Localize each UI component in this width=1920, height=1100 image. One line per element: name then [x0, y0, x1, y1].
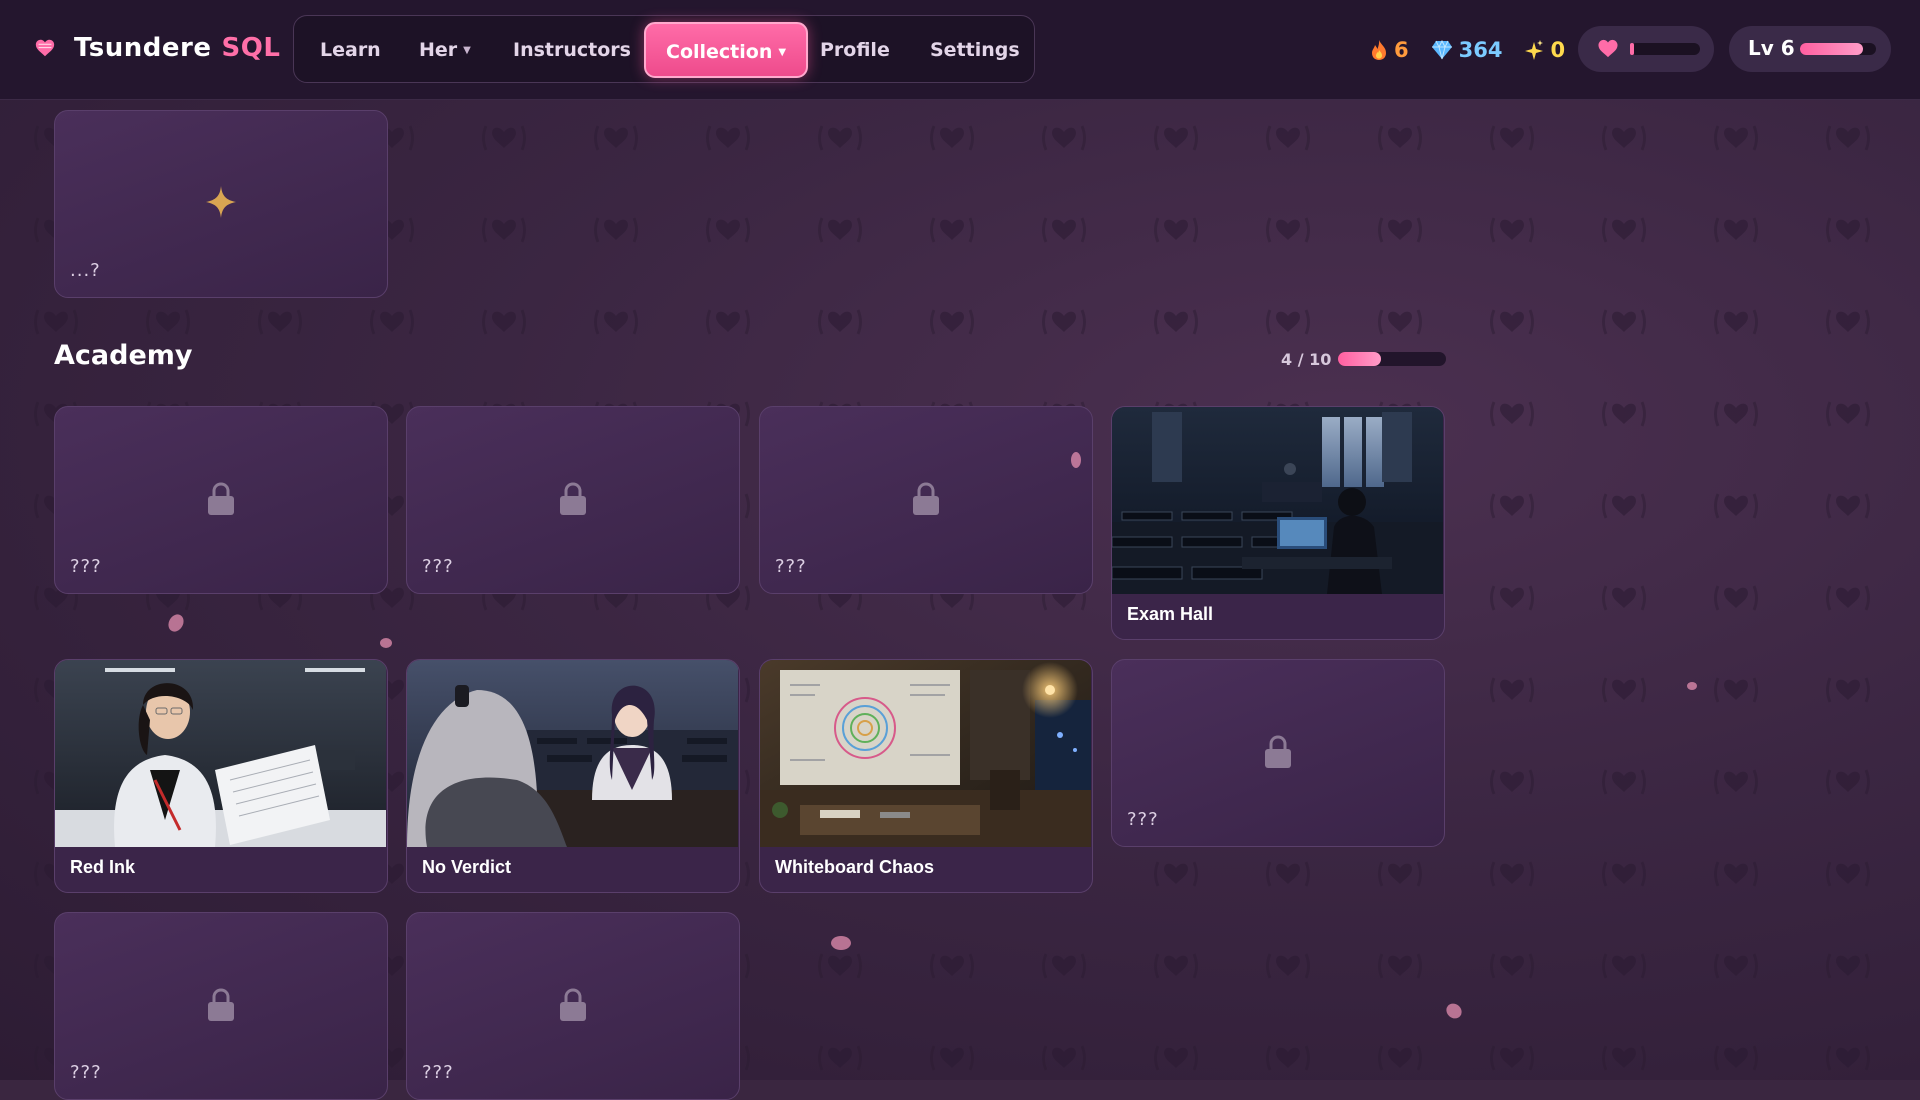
heart-logo-icon — [35, 39, 55, 57]
card-title: Red Ink — [70, 857, 136, 877]
section-title-academy: Academy — [54, 340, 193, 371]
card-label: ??? — [1127, 809, 1159, 830]
card-title: No Verdict — [422, 857, 512, 877]
level-label: Lv 6 — [1748, 36, 1795, 60]
nav-learn[interactable]: Learn — [320, 28, 381, 72]
nav-instructors[interactable]: Instructors — [513, 28, 631, 72]
card-label: ??? — [70, 556, 102, 577]
main-nav: Learn Her ▼ Instructors Collection ▼ Profi… — [293, 15, 1035, 83]
lock-icon — [208, 482, 234, 515]
affection-progress-track — [1630, 43, 1700, 55]
card-label: ...? — [70, 260, 101, 281]
exam-hall-image — [1112, 407, 1443, 594]
nav-collection[interactable]: Collection ▼ — [644, 22, 809, 78]
petal-decoration — [380, 638, 392, 648]
chevron-down-icon: ▼ — [463, 44, 471, 56]
petal-decoration — [1687, 682, 1697, 690]
card-title: Whiteboard Chaos — [775, 857, 935, 877]
lock-icon — [208, 988, 234, 1021]
nav-settings[interactable]: Settings — [930, 28, 1020, 72]
collection-card-exam-hall[interactable]: Exam Hall — [1111, 406, 1445, 640]
sparkle-star-icon — [206, 186, 236, 218]
level-progress-track — [1800, 43, 1876, 55]
collection-card-locked[interactable]: ??? — [54, 406, 388, 594]
level-progress-fill — [1800, 43, 1864, 55]
collection-card-locked[interactable]: ??? — [1111, 659, 1445, 847]
whiteboard-chaos-image — [760, 660, 1091, 847]
mystery-card[interactable]: ...? — [54, 110, 388, 298]
petal-decoration — [831, 936, 851, 950]
gems-value: 364 — [1458, 38, 1503, 62]
streak-stat[interactable]: 6 — [1370, 38, 1409, 62]
sparkles-value: 0 — [1550, 38, 1566, 62]
lock-icon — [560, 482, 586, 515]
lock-icon — [560, 988, 586, 1021]
collection-card-locked[interactable]: ??? — [406, 912, 740, 1100]
card-title: Exam Hall — [1127, 604, 1214, 624]
brand-logo[interactable]: Tsundere SQL — [34, 31, 280, 65]
section-progress-text: 4 / 10 — [1281, 350, 1332, 369]
nav-learn-label: Learn — [320, 39, 381, 61]
collection-card-whiteboard-chaos[interactable]: Whiteboard Chaos — [759, 659, 1093, 893]
lock-icon — [913, 482, 939, 515]
collection-card-red-ink[interactable]: Red Ink — [54, 659, 388, 893]
lock-icon — [1265, 735, 1291, 768]
sparkle-icon — [1525, 40, 1544, 60]
red-ink-image — [55, 660, 386, 847]
flame-icon — [1372, 40, 1386, 60]
collection-card-locked[interactable]: ??? — [759, 406, 1093, 594]
level-indicator[interactable]: Lv 6 — [1729, 26, 1891, 72]
nav-her[interactable]: Her ▼ — [419, 28, 471, 72]
nav-profile[interactable]: Profile — [820, 28, 890, 72]
collection-card-locked[interactable]: ??? — [54, 912, 388, 1100]
affection-progress-fill — [1630, 43, 1634, 55]
nav-profile-label: Profile — [820, 39, 890, 61]
brand-name: Tsundere — [74, 33, 212, 63]
collection-card-no-verdict[interactable]: No Verdict — [406, 659, 740, 893]
nav-collection-label: Collection — [666, 41, 773, 63]
collection-card-locked[interactable]: ??? — [406, 406, 740, 594]
petal-decoration — [1071, 452, 1081, 468]
heart-icon — [1598, 39, 1618, 58]
nav-settings-label: Settings — [930, 39, 1020, 61]
section-progress-track — [1338, 352, 1446, 366]
brand-suffix: SQL — [221, 33, 281, 63]
top-bar: Tsundere SQL Learn Her ▼ Instructors Coll… — [0, 0, 1920, 100]
stats-bar: 6 364 0 — [1370, 36, 1587, 64]
nav-instructors-label: Instructors — [513, 39, 631, 61]
no-verdict-image — [407, 660, 738, 847]
nav-her-label: Her — [419, 39, 458, 61]
card-label: ??? — [422, 556, 454, 577]
sparkles-stat[interactable]: 0 — [1524, 38, 1565, 62]
chevron-down-icon: ▼ — [778, 46, 787, 58]
section-progress-fill — [1338, 352, 1382, 366]
gems-stat[interactable]: 364 — [1431, 38, 1503, 62]
streak-value: 6 — [1394, 38, 1409, 62]
diamond-icon — [1431, 40, 1452, 60]
card-label: ??? — [775, 556, 807, 577]
affection-meter[interactable] — [1578, 26, 1714, 72]
